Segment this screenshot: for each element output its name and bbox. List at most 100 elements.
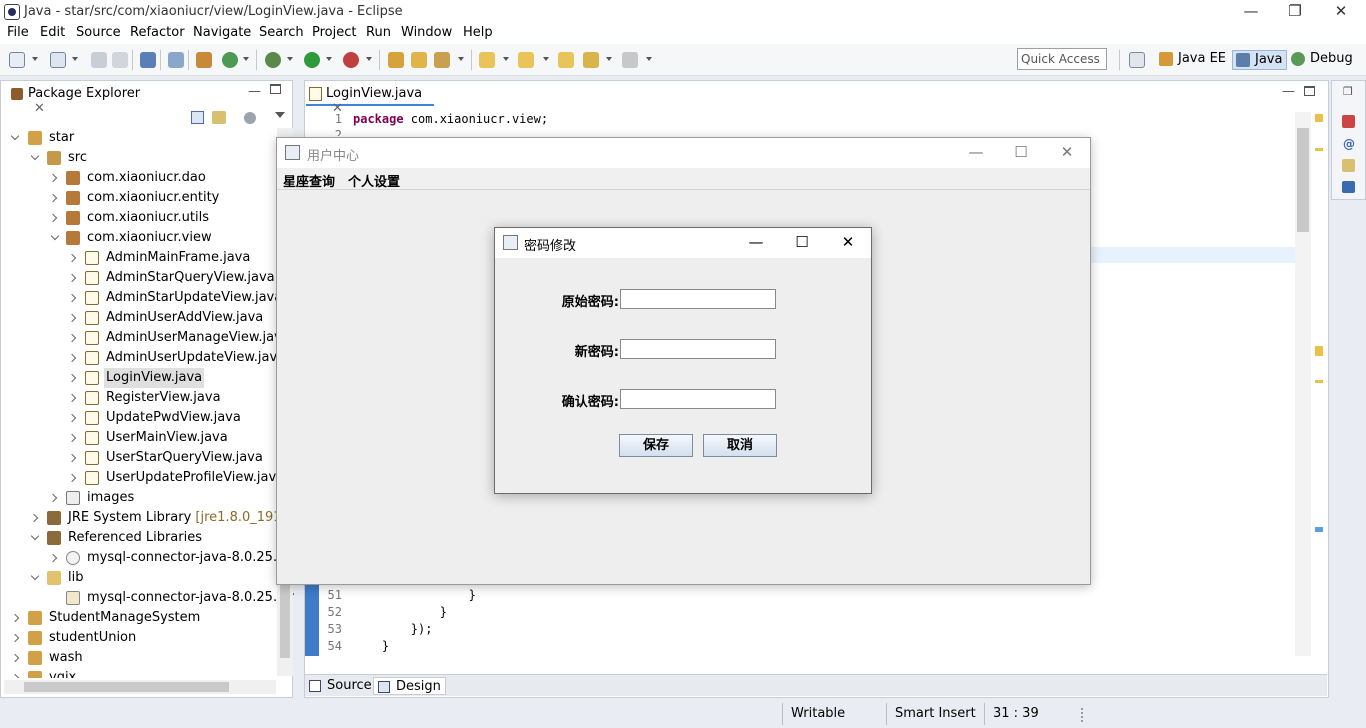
- save-all-icon[interactable]: [112, 52, 128, 68]
- restore-trim-icon[interactable]: ❐: [1343, 85, 1353, 98]
- tree-item-project[interactable]: StudentManageSystem: [0, 608, 285, 628]
- quick-access-input[interactable]: Quick Access: [1017, 48, 1107, 70]
- close-icon[interactable]: ✕: [1044, 138, 1090, 168]
- confirm-password-field[interactable]: [620, 389, 776, 409]
- declaration-icon[interactable]: [1342, 159, 1355, 172]
- warning-marker[interactable]: [1315, 114, 1323, 122]
- new-dropdown-icon[interactable]: [32, 57, 38, 61]
- menu-help[interactable]: Help: [463, 25, 493, 40]
- tab-design[interactable]: Design: [373, 677, 446, 695]
- tree-item-project[interactable]: yqix: [0, 668, 285, 678]
- perspective-debug[interactable]: Debug: [1288, 50, 1357, 70]
- open-type-icon[interactable]: [388, 52, 404, 68]
- menu-run[interactable]: Run: [366, 25, 391, 40]
- collapse-all-icon[interactable]: [191, 111, 204, 124]
- menu-navigate[interactable]: Navigate: [193, 25, 251, 40]
- scroll-thumb[interactable]: [24, 682, 229, 692]
- prev-annotation-dropdown-icon[interactable]: [543, 57, 549, 61]
- debug-icon[interactable]: [265, 52, 281, 68]
- new-password-field[interactable]: [620, 339, 776, 359]
- build-icon[interactable]: [196, 52, 212, 68]
- tree-item-java-file[interactable]: UserMainView.java: [0, 428, 285, 448]
- tree-item-package[interactable]: com.xiaoniucr.dao: [0, 168, 285, 188]
- run-icon[interactable]: [304, 52, 320, 68]
- perspective-java[interactable]: Java: [1232, 50, 1288, 70]
- warning-marker[interactable]: [1315, 148, 1323, 151]
- external-tools-icon[interactable]: [343, 52, 359, 68]
- tab-loginview-java[interactable]: LoginView.java ✕: [306, 82, 434, 116]
- menu-edit[interactable]: Edit: [40, 25, 65, 40]
- refresh-dropdown-icon[interactable]: [243, 57, 249, 61]
- new-type-icon[interactable]: [50, 52, 66, 68]
- forward-icon[interactable]: [622, 52, 638, 68]
- save-button[interactable]: 保存: [619, 434, 693, 457]
- forward-dropdown-icon[interactable]: [646, 57, 652, 61]
- tab-package-explorer[interactable]: Package Explorer ✕: [4, 82, 158, 116]
- warning-marker[interactable]: [1315, 380, 1323, 383]
- run-dropdown-icon[interactable]: [326, 57, 332, 61]
- close-icon[interactable]: ✕: [1318, 0, 1364, 24]
- maximize-view-icon[interactable]: [270, 84, 281, 94]
- refresh-icon[interactable]: [222, 52, 238, 68]
- search-icon[interactable]: [434, 52, 450, 68]
- tree-item-java-file[interactable]: RegisterView.java: [0, 388, 285, 408]
- maximize-icon[interactable]: ☐: [779, 228, 825, 258]
- save-icon[interactable]: [91, 52, 107, 68]
- editor-vertical-scrollbar[interactable]: [1295, 112, 1311, 656]
- minimize-icon[interactable]: —: [953, 138, 999, 168]
- next-annotation-icon[interactable]: [479, 52, 495, 68]
- close-icon[interactable]: ✕: [825, 228, 871, 258]
- explorer-horizontal-scrollbar[interactable]: [4, 680, 276, 694]
- tree-item-star[interactable]: star: [0, 128, 285, 148]
- skip-breakpoints-icon[interactable]: [168, 52, 184, 68]
- position-marker[interactable]: [1315, 527, 1323, 532]
- scroll-thumb[interactable]: [1297, 128, 1309, 232]
- open-perspective-icon[interactable]: [1129, 52, 1145, 68]
- tree-item-src[interactable]: src: [0, 148, 285, 168]
- next-annotation-dropdown-icon[interactable]: [503, 57, 509, 61]
- tree-item-ref-libs[interactable]: Referenced Libraries: [0, 528, 285, 548]
- prev-annotation-icon[interactable]: [518, 52, 534, 68]
- change-password-title-bar[interactable]: 密码修改 — ☐ ✕: [495, 228, 871, 258]
- link-editor-icon[interactable]: [212, 111, 226, 124]
- menu-project[interactable]: Project: [312, 25, 356, 40]
- tree-item-package[interactable]: com.xiaoniucr.entity: [0, 188, 285, 208]
- back-dropdown-icon[interactable]: [606, 57, 612, 61]
- perspective-java-ee[interactable]: Java EE: [1156, 50, 1230, 70]
- tree-item-jre[interactable]: JRE System Library [jre1.8.0_191]: [0, 508, 287, 528]
- editor-horizontal-scrollbar[interactable]: [353, 658, 1295, 670]
- tree-item-java-file[interactable]: AdminStarQueryView.java: [0, 268, 285, 288]
- original-password-field[interactable]: [620, 289, 776, 309]
- code-line[interactable]: }: [353, 605, 447, 619]
- code-line[interactable]: package com.xiaoniucr.view;: [353, 112, 548, 126]
- tree-item-java-file[interactable]: UpdatePwdView.java: [0, 408, 285, 428]
- back-icon[interactable]: [583, 52, 599, 68]
- menu-refactor[interactable]: Refactor: [130, 25, 185, 40]
- menu-search[interactable]: Search: [259, 25, 304, 40]
- new-icon[interactable]: [9, 52, 25, 68]
- code-line[interactable]: }: [353, 588, 476, 602]
- tree-item-lib[interactable]: lib: [0, 568, 285, 588]
- minimize-icon[interactable]: —: [1228, 0, 1274, 24]
- tree-item-java-file[interactable]: AdminUserAddView.java: [0, 308, 285, 328]
- cancel-button[interactable]: 取消: [703, 434, 777, 457]
- menu-file[interactable]: File: [7, 25, 29, 40]
- external-tools-dropdown-icon[interactable]: [366, 57, 372, 61]
- tree-item-jar[interactable]: mysql-connector-java-8.0.25.jar: [0, 588, 294, 608]
- tree-item-java-file[interactable]: AdminUserUpdateView.java: [0, 348, 285, 368]
- menu-window[interactable]: Window: [401, 25, 452, 40]
- minimize-editor-icon[interactable]: —: [1282, 84, 1295, 99]
- menu-personal-settings[interactable]: 个人设置: [348, 171, 400, 190]
- debug-dropdown-icon[interactable]: [287, 57, 293, 61]
- view-menu-icon[interactable]: [275, 112, 285, 118]
- maximize-editor-icon[interactable]: [1304, 86, 1315, 96]
- tree-item-jar[interactable]: mysql-connector-java-8.0.25.jar: [0, 548, 294, 568]
- code-line[interactable]: });: [353, 622, 433, 636]
- restore-icon[interactable]: ❐: [1272, 0, 1318, 24]
- code-line[interactable]: }: [353, 639, 389, 653]
- javadoc-icon[interactable]: @: [1343, 137, 1355, 151]
- last-edit-icon[interactable]: [558, 52, 574, 68]
- menu-source[interactable]: Source: [76, 25, 121, 40]
- console-icon[interactable]: [140, 52, 156, 68]
- console-view-icon[interactable]: [1342, 181, 1355, 193]
